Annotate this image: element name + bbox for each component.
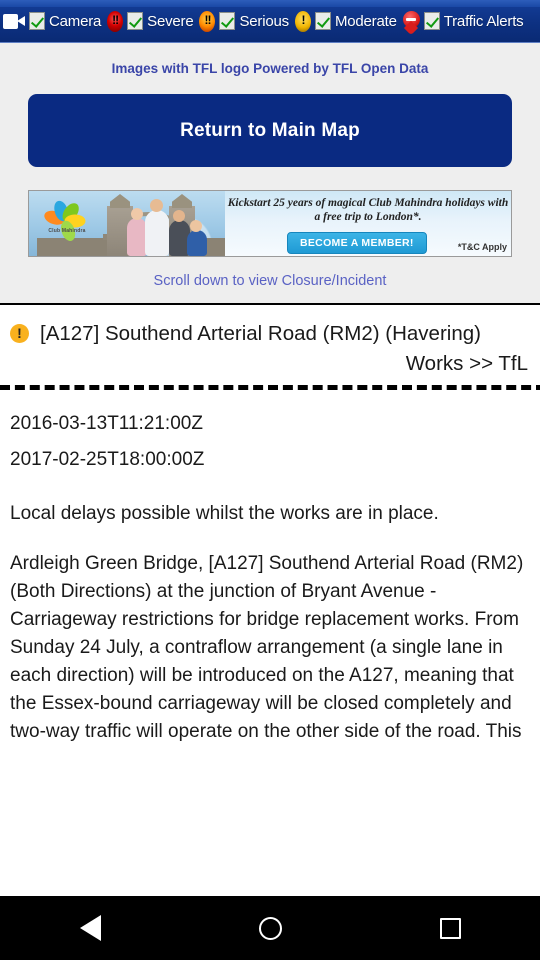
back-triangle-icon	[79, 915, 101, 941]
incident-title: [A127] Southend Arterial Road (RM2) (Hav…	[40, 322, 481, 345]
become-a-member-button[interactable]: BECOME A MEMBER!	[287, 232, 427, 254]
incident-start-time: 2016-03-13T11:21:00Z	[10, 413, 203, 434]
club-mahindra-logo-icon: Club Mahindra	[39, 197, 93, 245]
home-button[interactable]	[235, 904, 305, 952]
ad-terms-text: *T&C Apply	[457, 242, 507, 252]
camera-checkbox[interactable]	[29, 12, 45, 30]
incident-detail-panel: [A127] Southend Arterial Road (RM2) (Hav…	[0, 305, 540, 746]
camcorder-icon	[3, 13, 25, 29]
serious-glyph: !!	[204, 13, 211, 27]
traffic-alerts-checkbox[interactable]	[423, 12, 440, 30]
filter-traffic-alerts-label: Traffic Alerts	[443, 12, 524, 30]
android-navigation-bar	[0, 896, 540, 960]
map-pin-icon	[402, 10, 420, 32]
severe-alert-icon: !!	[107, 10, 124, 32]
filter-severe[interactable]: !! Severe	[104, 10, 196, 32]
incident-category: Works >> TfL	[405, 352, 528, 375]
filter-camera[interactable]: Camera	[0, 12, 104, 30]
severe-glyph: !!	[112, 13, 119, 27]
serious-checkbox[interactable]	[219, 12, 236, 30]
moderate-alert-icon: !	[294, 10, 311, 32]
filter-camera-label: Camera	[49, 12, 102, 30]
filter-moderate-label: Moderate	[334, 12, 397, 30]
back-button[interactable]	[55, 904, 125, 952]
incident-description: Ardleigh Green Bridge, [A127] Southend A…	[10, 553, 524, 742]
incident-header: [A127] Southend Arterial Road (RM2) (Hav…	[10, 319, 530, 348]
severe-checkbox[interactable]	[127, 12, 144, 30]
family-photo-figures	[125, 199, 211, 256]
tfl-attribution-note: Images with TFL logo Powered by TFL Open…	[111, 61, 429, 76]
filter-moderate[interactable]: ! Moderate	[292, 10, 400, 32]
warning-icon	[10, 323, 29, 343]
map-pin-bar	[406, 17, 417, 21]
recents-square-icon	[439, 917, 461, 939]
filter-traffic-alerts[interactable]: Traffic Alerts	[400, 10, 527, 32]
header-panel: Images with TFL logo Powered by TFL Open…	[0, 43, 540, 305]
filter-serious-label: Serious	[239, 12, 289, 30]
return-to-main-map-button[interactable]: Return to Main Map	[28, 94, 512, 167]
ad-logo-text: Club Mahindra	[48, 228, 86, 234]
filter-toolbar: Camera !! Severe !! Serious ! Moderate T…	[0, 0, 540, 43]
moderate-glyph: !	[301, 13, 305, 27]
recents-button[interactable]	[415, 904, 485, 952]
moderate-checkbox[interactable]	[314, 12, 331, 30]
ad-copy-text: Kickstart 25 years of magical Club Mahin…	[227, 197, 509, 223]
serious-alert-icon: !!	[199, 10, 216, 32]
advertisement-banner[interactable]: Club Mahindra Kickstart 25 years of magi…	[28, 190, 512, 257]
incident-body: 2016-03-13T11:21:00Z 2017-02-25T18:00:00…	[10, 390, 530, 746]
home-circle-icon	[258, 916, 282, 940]
scroll-hint-text: Scroll down to view Closure/Incident	[153, 273, 387, 289]
incident-summary: Local delays possible whilst the works a…	[10, 503, 439, 524]
filter-severe-label: Severe	[147, 12, 194, 30]
filter-serious[interactable]: !! Serious	[196, 10, 291, 32]
incident-end-time: 2017-02-25T18:00:00Z	[10, 449, 205, 470]
